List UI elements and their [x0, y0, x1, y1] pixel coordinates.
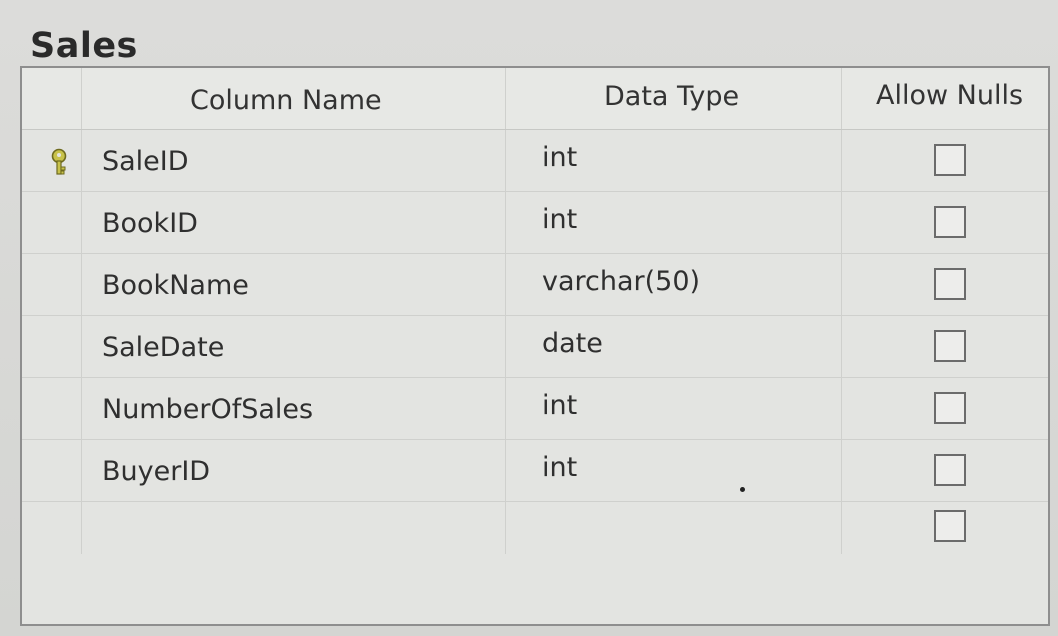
- allow-nulls-cell: [842, 316, 1048, 377]
- data-type-cell[interactable]: int: [506, 440, 842, 501]
- data-type-cell[interactable]: int: [506, 378, 842, 439]
- allow-nulls-cell: [842, 254, 1048, 315]
- allow-nulls-cell: [842, 502, 1048, 554]
- row-selector[interactable]: [22, 130, 82, 191]
- table-row[interactable]: SaleID int: [22, 130, 1048, 192]
- allow-nulls-checkbox[interactable]: [934, 330, 966, 362]
- column-name-value: BuyerID: [102, 456, 211, 487]
- table-row[interactable]: SaleDate date: [22, 316, 1048, 378]
- column-name-cell[interactable]: NumberOfSales: [82, 378, 506, 439]
- allow-nulls-header: Allow Nulls: [876, 80, 1024, 111]
- data-type-cell[interactable]: varchar(50): [506, 254, 842, 315]
- row-selector[interactable]: [22, 254, 82, 315]
- data-type-value: int: [542, 390, 578, 421]
- allow-nulls-checkbox[interactable]: [934, 392, 966, 424]
- table-designer-screen: Sales Column Name Data Type Allow Nulls: [0, 0, 1058, 636]
- data-type-cell[interactable]: int: [506, 130, 842, 191]
- mouse-cursor-dot: [740, 487, 745, 492]
- column-name-header-cell[interactable]: Column Name: [82, 68, 506, 129]
- column-name-cell[interactable]: BookName: [82, 254, 506, 315]
- grid-header-row: Column Name Data Type Allow Nulls: [22, 68, 1048, 130]
- column-name-cell[interactable]: BookID: [82, 192, 506, 253]
- column-name-cell[interactable]: BuyerID: [82, 440, 506, 501]
- allow-nulls-cell: [842, 378, 1048, 439]
- column-name-cell[interactable]: SaleID: [82, 130, 506, 191]
- table-row[interactable]: NumberOfSales int: [22, 378, 1048, 440]
- data-type-header: Data Type: [604, 81, 740, 112]
- column-name-value: SaleDate: [102, 332, 225, 363]
- data-type-cell[interactable]: date: [506, 316, 842, 377]
- table-designer-grid-frame: Column Name Data Type Allow Nulls SaleID…: [20, 66, 1050, 626]
- row-selector-header: [22, 68, 82, 129]
- data-type-value: int: [542, 142, 578, 173]
- allow-nulls-checkbox[interactable]: [934, 268, 966, 300]
- primary-key-icon: [51, 148, 67, 175]
- column-name-value: SaleID: [102, 146, 189, 177]
- data-type-value: int: [542, 204, 578, 235]
- row-selector[interactable]: [22, 192, 82, 253]
- row-selector[interactable]: [22, 440, 82, 501]
- allow-nulls-cell: [842, 192, 1048, 253]
- table-row[interactable]: BookID int: [22, 192, 1048, 254]
- row-selector[interactable]: [22, 316, 82, 377]
- allow-nulls-checkbox[interactable]: [934, 454, 966, 486]
- data-type-cell[interactable]: int: [506, 192, 842, 253]
- column-name-cell[interactable]: [82, 502, 506, 554]
- table-row-new[interactable]: [22, 502, 1048, 554]
- allow-nulls-cell: [842, 440, 1048, 501]
- column-name-header: Column Name: [190, 85, 382, 116]
- column-name-value: BookName: [102, 270, 249, 301]
- column-name-value: BookID: [102, 208, 198, 239]
- allow-nulls-checkbox[interactable]: [934, 144, 966, 176]
- allow-nulls-cell: [842, 130, 1048, 191]
- data-type-cell[interactable]: [506, 502, 842, 554]
- table-row[interactable]: BookName varchar(50): [22, 254, 1048, 316]
- data-type-value: date: [542, 328, 603, 359]
- row-selector[interactable]: [22, 378, 82, 439]
- row-selector[interactable]: [22, 502, 82, 554]
- data-type-value: varchar(50): [542, 266, 701, 297]
- data-type-header-cell[interactable]: Data Type: [506, 68, 842, 129]
- table-title: Sales: [30, 26, 138, 66]
- column-name-value: NumberOfSales: [102, 394, 314, 425]
- allow-nulls-checkbox[interactable]: [934, 510, 966, 542]
- allow-nulls-header-cell[interactable]: Allow Nulls: [842, 68, 1048, 129]
- columns-grid: Column Name Data Type Allow Nulls SaleID…: [22, 68, 1048, 554]
- table-row[interactable]: BuyerID int: [22, 440, 1048, 502]
- data-type-value: int: [542, 452, 578, 483]
- allow-nulls-checkbox[interactable]: [934, 206, 966, 238]
- column-name-cell[interactable]: SaleDate: [82, 316, 506, 377]
